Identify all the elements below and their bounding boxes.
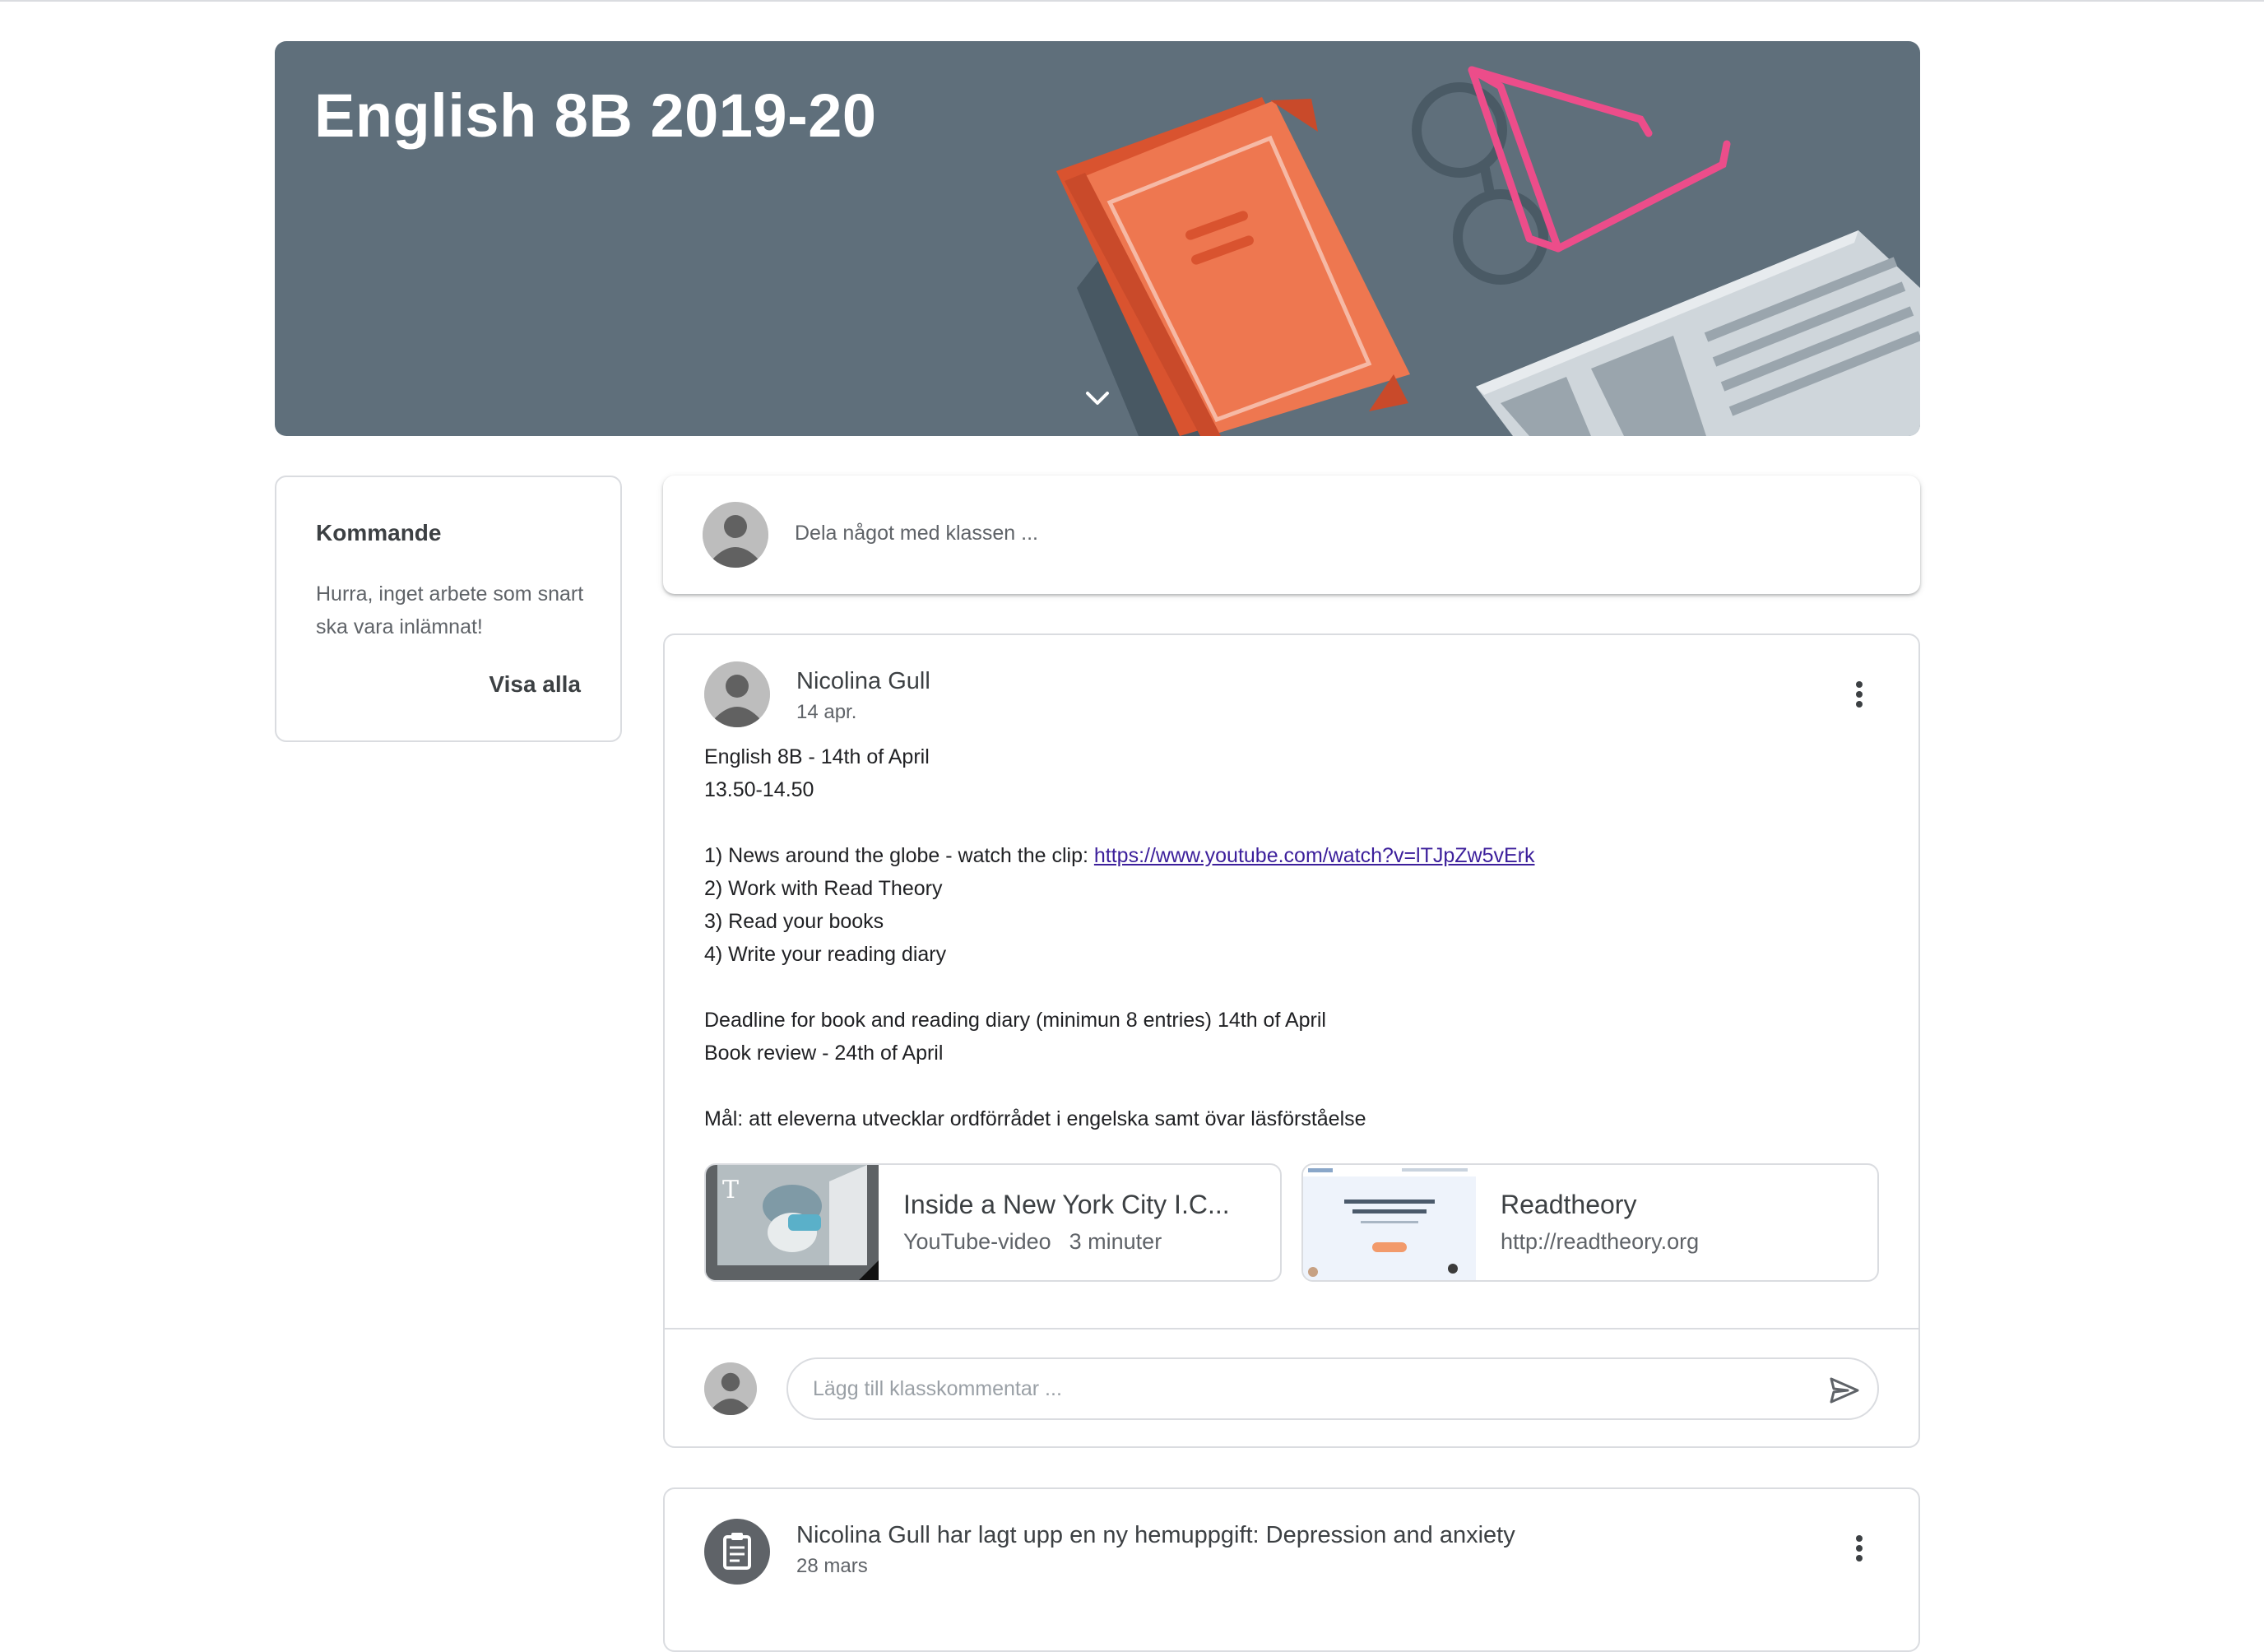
- avatar: [703, 502, 768, 568]
- youtube-link[interactable]: https://www.youtube.com/watch?v=lTJpZw5v…: [1094, 844, 1535, 867]
- post-line: 3) Read your books: [704, 910, 884, 933]
- attachment-duration: 3 minuter: [1069, 1229, 1162, 1254]
- class-comment-input[interactable]: [786, 1357, 1879, 1420]
- more-vert-icon[interactable]: [1843, 1532, 1876, 1565]
- person-avatar-icon: [704, 661, 770, 727]
- post-line: Mål: att eleverna utvecklar ordförrådet …: [704, 1107, 1366, 1130]
- more-vert-icon[interactable]: [1843, 678, 1876, 711]
- send-icon[interactable]: [1826, 1372, 1863, 1408]
- post-line: 4) Write your reading diary: [704, 943, 947, 966]
- post-line: Deadline for book and reading diary (min…: [704, 1009, 1326, 1032]
- comment-divider: [665, 1328, 1918, 1329]
- class-banner: English 8B 2019-20: [275, 41, 1920, 436]
- person-avatar-icon: [704, 1362, 757, 1415]
- post-date: 14 apr.: [796, 701, 857, 723]
- upcoming-title: Kommande: [316, 520, 442, 545]
- attachment-meta: YouTube-video 3 minuter: [903, 1229, 1162, 1255]
- upcoming-message: Hurra, inget arbete som snart ska vara i…: [316, 582, 584, 638]
- class-title: English 8B 2019-20: [314, 81, 877, 150]
- website-thumbnail: [1303, 1165, 1476, 1280]
- stream-post: Nicolina Gull 14 apr. English 8B - 14th …: [663, 633, 1920, 1448]
- post-line: English 8B - 14th of April: [704, 745, 930, 768]
- post-line-text: 1) News around the globe - watch the cli…: [704, 844, 1094, 867]
- attachment-url: http://readtheory.org: [1501, 1229, 1700, 1254]
- post-date: 28 mars: [796, 1555, 868, 1577]
- chevron-down-icon[interactable]: [1081, 382, 1114, 415]
- post-line: 2) Work with Read Theory: [704, 877, 943, 900]
- post-line: 13.50-14.50: [704, 778, 814, 801]
- video-thumbnail-image: T: [706, 1165, 879, 1280]
- post-line: Book review - 24th of April: [704, 1042, 944, 1065]
- assignment-icon-button[interactable]: [704, 1519, 770, 1585]
- post-author: Nicolina Gull: [796, 668, 930, 694]
- upcoming-card: Kommande Hurra, inget arbete som snart s…: [275, 476, 622, 742]
- svg-text:T: T: [722, 1176, 739, 1204]
- assignment-title[interactable]: Nicolina Gull har lagt upp en ny hemuppg…: [796, 1522, 1515, 1549]
- post-line: 1) News around the globe - watch the cli…: [704, 839, 1856, 872]
- attachment-youtube[interactable]: T Inside a New York City I.C... YouTube-…: [704, 1163, 1282, 1282]
- video-thumbnail: T: [706, 1165, 879, 1280]
- attachment-title: Inside a New York City I.C...: [903, 1190, 1230, 1219]
- stream-post-assignment: Nicolina Gull har lagt upp en ny hemuppg…: [663, 1487, 1920, 1652]
- commenter-avatar: [704, 1362, 757, 1415]
- post-body: English 8B - 14th of April 13.50-14.50 1…: [704, 740, 1856, 1135]
- share-with-class-box[interactable]: Dela något med klassen ...: [663, 476, 1920, 594]
- assignment-icon: [723, 1533, 751, 1570]
- share-placeholder: Dela något med klassen ...: [795, 522, 1038, 545]
- attachment-title: Readtheory: [1501, 1190, 1637, 1219]
- view-all-link[interactable]: Visa alla: [489, 671, 581, 698]
- person-avatar-icon: [703, 502, 768, 568]
- author-avatar: [704, 661, 770, 727]
- attachment-type: YouTube-video: [903, 1229, 1051, 1254]
- website-thumbnail-image: [1303, 1165, 1476, 1280]
- attachment-link[interactable]: Readtheory http://readtheory.org: [1301, 1163, 1879, 1282]
- top-divider: [0, 0, 2264, 2]
